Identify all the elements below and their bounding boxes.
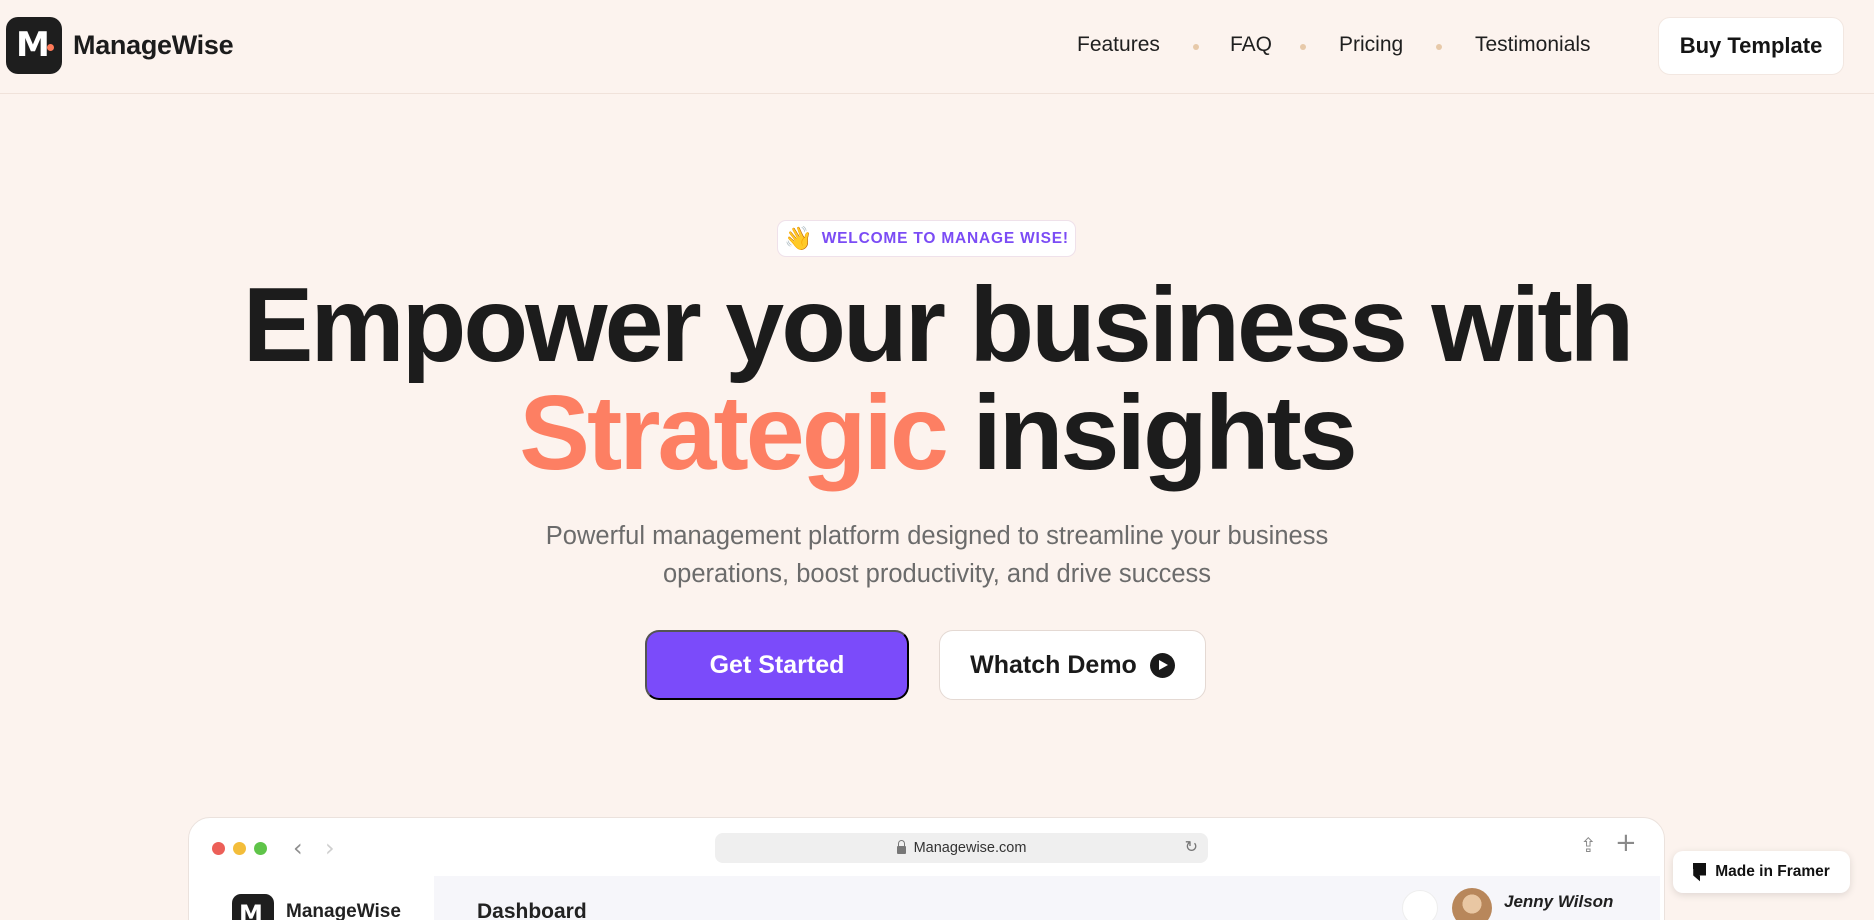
hero-headline-line2: Strategic insights: [0, 380, 1874, 486]
dashboard-title: Dashboard: [477, 900, 587, 920]
avatar[interactable]: [1452, 888, 1492, 920]
user-name: Jenny Wilson: [1504, 892, 1614, 911]
logo-dot: [47, 44, 54, 51]
watch-demo-button[interactable]: Whatch Demo: [939, 630, 1206, 700]
url-text: Managewise.com: [913, 840, 1027, 856]
window-maximize-dot[interactable]: [254, 842, 267, 855]
nav-link-faq[interactable]: FAQ: [1230, 33, 1272, 57]
logo-mark-icon: M: [6, 17, 62, 74]
browser-preview: ‹ › Managewise.com ↻ ⇪ + M ManageWise Da…: [188, 817, 1665, 920]
plus-icon[interactable]: +: [1615, 828, 1637, 858]
framer-icon: [1693, 862, 1707, 882]
nav-link-features[interactable]: Features: [1077, 33, 1160, 57]
top-nav: M ManageWise Features FAQ Pricing Testim…: [0, 0, 1874, 94]
app-sidebar: M ManageWise: [194, 876, 434, 920]
lock-icon: [896, 840, 906, 854]
app-brand-name: ManageWise: [286, 901, 401, 920]
hero-subtitle-line2: operations, boost productivity, and driv…: [662, 560, 1212, 588]
app-logo-icon: M: [232, 894, 274, 920]
get-started-button[interactable]: Get Started: [645, 630, 909, 700]
welcome-badge-text: WELCOME TO MANAGE WISE!: [821, 229, 1069, 247]
nav-separator: [1436, 44, 1442, 50]
share-icon[interactable]: ⇪: [1580, 833, 1597, 857]
watch-demo-label: Whatch Demo: [970, 650, 1137, 679]
wave-hand-icon: 👋: [784, 225, 813, 251]
back-arrow-icon[interactable]: ‹: [293, 834, 303, 862]
nav-separator: [1300, 44, 1306, 50]
welcome-badge: 👋 WELCOME TO MANAGE WISE!: [777, 220, 1076, 257]
framer-badge-text: Made in Framer: [1715, 863, 1830, 880]
hero-headline-line1: Empower your business with: [242, 266, 1635, 384]
window-minimize-dot[interactable]: [233, 842, 246, 855]
nav-separator: [1193, 44, 1199, 50]
nav-link-pricing[interactable]: Pricing: [1339, 33, 1403, 57]
nav-link-testimonials[interactable]: Testimonials: [1475, 33, 1591, 57]
brand-logo[interactable]: M ManageWise: [6, 17, 234, 74]
dashboard-preview: M ManageWise Dashboard Jenny Wilson: [194, 876, 1660, 920]
window-close-dot[interactable]: [212, 842, 225, 855]
url-bar[interactable]: Managewise.com ↻: [715, 833, 1208, 863]
brand-name: ManageWise: [73, 30, 234, 60]
buy-template-button[interactable]: Buy Template: [1658, 17, 1844, 75]
hero-subtitle-line1: Powerful management platform designed to…: [545, 522, 1329, 550]
hero-headline-accent: Strategic: [519, 374, 949, 492]
hero-headline-rest: insights: [945, 374, 1357, 492]
play-icon: [1149, 652, 1175, 678]
reload-icon[interactable]: ↻: [1185, 837, 1198, 856]
bell-icon[interactable]: [1402, 890, 1438, 920]
made-in-framer-badge[interactable]: Made in Framer: [1673, 851, 1850, 893]
forward-arrow-icon[interactable]: ›: [325, 834, 335, 862]
